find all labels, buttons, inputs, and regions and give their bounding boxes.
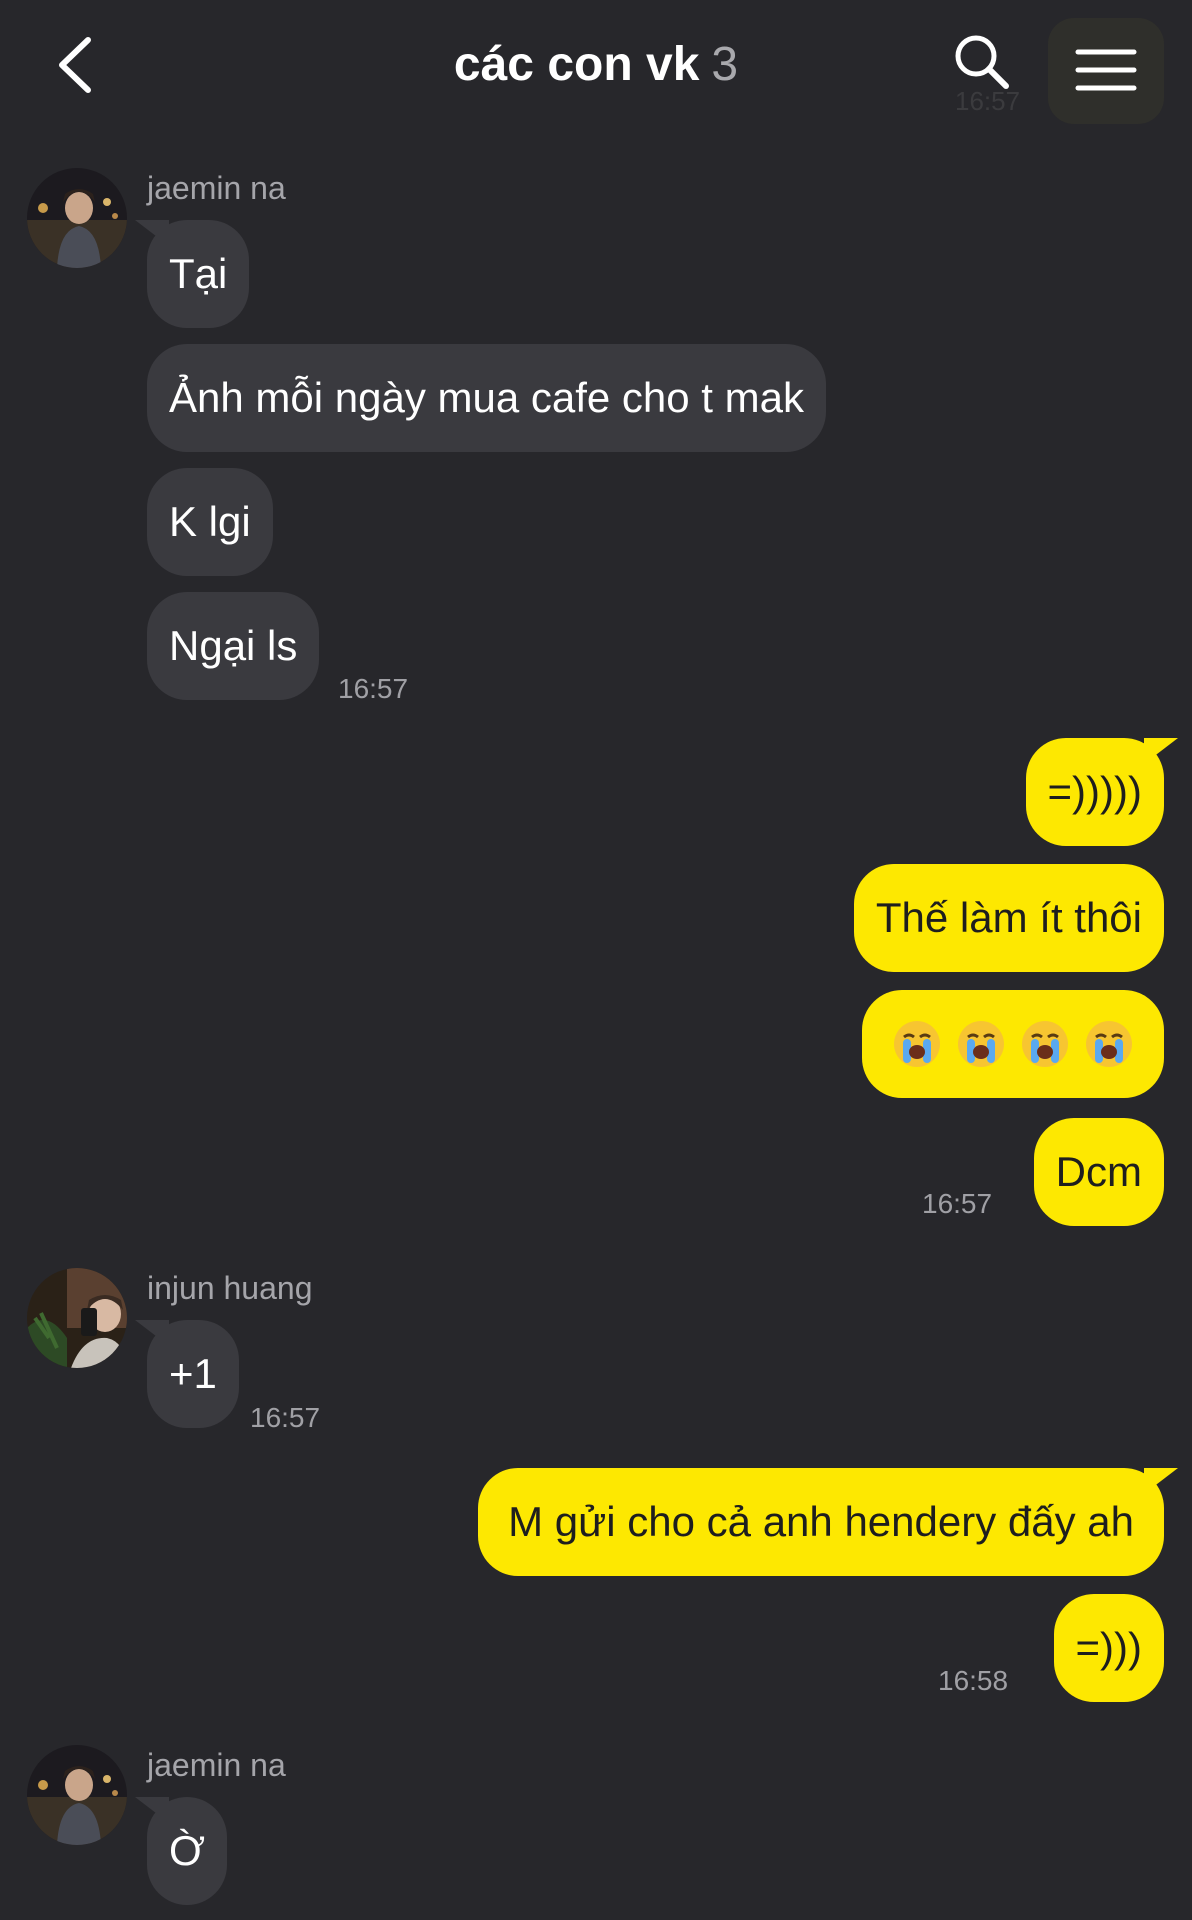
message-timestamp: 16:57 [338,673,409,704]
outgoing-message[interactable]: Dcm [1033,1118,1164,1226]
outgoing-message[interactable]: =))))) [1025,738,1179,846]
sender-name: jaemin na [147,1747,286,1783]
incoming-message[interactable]: Ờ [134,1797,228,1905]
avatar-jaemin-na[interactable] [27,168,127,268]
avatar-jaemin-na[interactable] [27,1745,127,1845]
chat-header: các con vk 3 16:57 [0,0,1192,130]
incoming-message[interactable]: +1 [135,1320,239,1428]
incoming-message[interactable]: Tại [134,220,250,328]
avatar-photo [27,168,127,268]
outgoing-message[interactable]: Thế làm ít thôi [853,864,1164,972]
loudly-crying-face-icon [894,1020,940,1067]
avatar-photo [27,1268,127,1368]
sender-name: injun huang [147,1270,313,1306]
incoming-message[interactable]: Ảnh mỗi ngày mua cafe cho t mak [147,344,826,452]
menu-button[interactable] [1048,18,1164,124]
outgoing-message[interactable]: =))) [1053,1594,1164,1702]
sender-name: jaemin na [147,170,286,206]
outgoing-message[interactable]: M gửi cho cả anh hendery đấy ah [478,1468,1178,1576]
incoming-message[interactable]: Ngại ls [147,592,320,700]
message-timestamp: 16:57 [922,1188,993,1219]
search-icon [955,35,1009,89]
avatar-photo [27,1745,127,1845]
loudly-crying-face-icon [1022,1020,1068,1067]
loudly-crying-face-icon [1086,1020,1132,1067]
incoming-message[interactable]: K lgi [147,468,273,576]
outgoing-emoji-message[interactable] [862,990,1164,1098]
crying-emoji-row [892,1019,1134,1069]
chat-name: các con vk [453,38,700,91]
hamburger-menu-icon [1075,49,1137,91]
message-timestamp: 16:58 [938,1665,1009,1696]
message-timestamp: 16:57 [250,1402,321,1433]
member-count: 3 [711,38,739,91]
avatar-injun-huang[interactable] [27,1268,127,1368]
search-button[interactable] [950,30,1016,96]
loudly-crying-face-icon [958,1020,1004,1067]
